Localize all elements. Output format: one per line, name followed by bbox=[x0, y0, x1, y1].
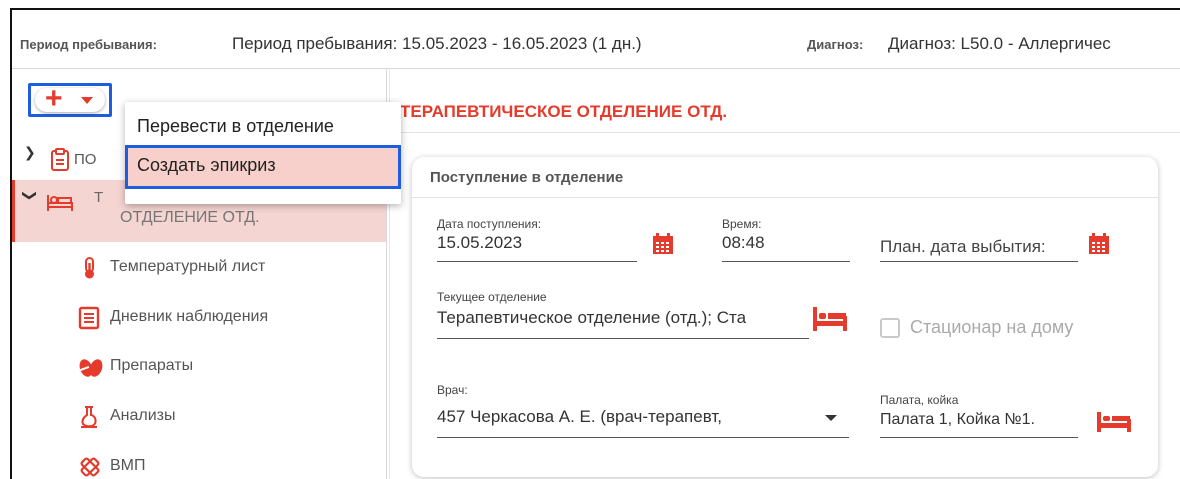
pills-icon bbox=[79, 359, 103, 377]
tree-item-label[interactable]: ПО bbox=[74, 151, 96, 168]
flask-icon bbox=[81, 406, 97, 428]
current-department-field[interactable]: Текущее отделение Терапевтическое отделе… bbox=[437, 290, 809, 344]
tree-item-label-line2: ОТДЕЛЕНИЕ ОТД. bbox=[120, 209, 260, 226]
sidebar-item-label: Температурный лист bbox=[110, 258, 266, 275]
sidebar-item-analyses[interactable]: Анализы bbox=[74, 403, 374, 433]
period-label: Период пребывания: bbox=[20, 37, 157, 52]
field-underline bbox=[437, 338, 809, 339]
ward-label: Палата, койка bbox=[880, 393, 959, 407]
time-field[interactable]: Время: 08:48 bbox=[722, 217, 850, 267]
page-title: ТЕРАПЕВТИЧЕСКОЕ ОТДЕЛЕНИЕ ОТД. bbox=[400, 102, 728, 121]
admission-date-label: Дата поступления: bbox=[437, 217, 542, 231]
current-department-value: Терапевтическое отделение (отд.); Ста bbox=[437, 308, 747, 327]
menu-item-label: Создать эпикриз bbox=[137, 155, 276, 175]
field-underline bbox=[437, 261, 637, 262]
doctor-select[interactable]: Врач: 457 Черкасова А. Е. (врач-терапевт… bbox=[437, 383, 849, 441]
planned-discharge-field[interactable]: План. дата выбытия: bbox=[880, 217, 1078, 267]
time-label: Время: bbox=[722, 217, 762, 231]
selected-indicator bbox=[12, 180, 15, 242]
admission-date-value: 15.05.2023 bbox=[437, 233, 523, 252]
field-underline bbox=[722, 261, 850, 262]
ward-field[interactable]: Палата, койка Палата 1, Койка №1. bbox=[880, 393, 1078, 441]
app-window: Период пребывания: Период пребывания: 15… bbox=[10, 8, 1180, 479]
card-divider bbox=[412, 197, 1158, 198]
clipboard-icon bbox=[51, 148, 69, 171]
calendar-icon[interactable] bbox=[1088, 233, 1110, 255]
period-value: Период пребывания: 15.05.2023 - 16.05.20… bbox=[232, 34, 642, 53]
tree-item-label-line1: Т bbox=[94, 189, 104, 206]
doctor-value: 457 Черкасова А. Е. (врач-терапевт, bbox=[437, 407, 722, 426]
menu-item-create-epicrisis[interactable]: Создать эпикриз bbox=[125, 145, 401, 189]
field-underline bbox=[437, 437, 849, 438]
admission-card: Поступление в отделение Дата поступления… bbox=[412, 157, 1158, 477]
plus-icon: + bbox=[45, 82, 63, 115]
diagnosis-value: Диагноз: L50.0 - Аллергичес bbox=[888, 34, 1111, 53]
chevron-right-icon[interactable]: ❯ bbox=[24, 144, 36, 161]
main-divider bbox=[390, 132, 1180, 133]
admission-date-field[interactable]: Дата поступления: 15.05.2023 bbox=[437, 217, 637, 267]
caret-down-icon bbox=[81, 97, 93, 104]
caret-down-icon[interactable] bbox=[825, 415, 837, 421]
sidebar-item-temperature[interactable]: Температурный лист bbox=[74, 254, 374, 284]
field-underline bbox=[880, 261, 1078, 262]
ward-value: Палата 1, Койка №1. bbox=[880, 411, 1035, 428]
bed-icon bbox=[47, 195, 73, 211]
menu-item-transfer[interactable]: Перевести в отделение bbox=[125, 106, 401, 146]
field-underline bbox=[880, 437, 1078, 438]
diagnosis-label: Диагноз: bbox=[807, 37, 864, 52]
sidebar-item-drugs[interactable]: Препараты bbox=[74, 353, 374, 383]
main-panel: ТЕРАПЕВТИЧЕСКОЕ ОТДЕЛЕНИЕ ОТД. Поступлен… bbox=[390, 69, 1180, 479]
sidebar-item-label: ВМП bbox=[110, 457, 146, 474]
menu-item-label: Перевести в отделение bbox=[137, 116, 334, 136]
sidebar-item-vmp[interactable]: ВМП bbox=[74, 453, 374, 479]
card-title: Поступление в отделение bbox=[430, 169, 624, 186]
sidebar-item-label: Дневник наблюдения bbox=[110, 308, 269, 325]
stay-header: Период пребывания: Период пребывания: 15… bbox=[12, 10, 1180, 69]
doctor-label: Врач: bbox=[437, 383, 468, 397]
home-hospital-label: Стационар на дому bbox=[910, 317, 1074, 337]
calendar-icon[interactable] bbox=[652, 233, 674, 255]
time-value: 08:48 bbox=[722, 233, 765, 252]
home-hospital-checkbox[interactable] bbox=[880, 318, 900, 338]
sidebar-item-label: Препараты bbox=[110, 357, 194, 374]
bed-select-icon[interactable] bbox=[1096, 411, 1132, 433]
sidebar-item-label: Анализы bbox=[110, 407, 176, 424]
add-menu: Перевести в отделение Создать эпикриз bbox=[125, 102, 401, 204]
bed-select-icon[interactable] bbox=[812, 306, 848, 332]
add-button-pill[interactable]: + bbox=[35, 84, 105, 114]
pharmacy-icon bbox=[80, 457, 100, 477]
add-button[interactable]: + bbox=[28, 83, 112, 117]
journal-icon bbox=[78, 306, 100, 330]
thermometer-icon bbox=[85, 257, 94, 279]
sidebar-item-diary[interactable]: Дневник наблюдения bbox=[74, 304, 374, 334]
chevron-down-icon[interactable]: ❯ bbox=[21, 190, 38, 202]
current-department-label: Текущее отделение bbox=[437, 290, 547, 304]
planned-discharge-label: План. дата выбытия: bbox=[880, 237, 1046, 256]
